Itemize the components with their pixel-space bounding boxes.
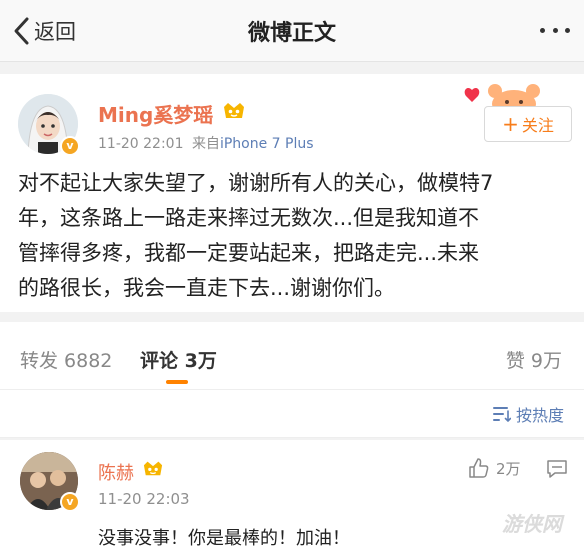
- commenter-name[interactable]: 陈赫: [98, 459, 134, 485]
- post-meta: 11-20 22:01 来自iPhone 7 Plus: [98, 133, 314, 153]
- comment-item: v 陈赫 11-20 22:03 2万 没事没事！你是最棒的！加油！: [0, 440, 584, 553]
- back-label: 返回: [34, 20, 76, 44]
- comment-text: 没事没事！你是最棒的！加油！: [98, 528, 350, 549]
- comment-sort-bar: 按热度: [0, 390, 584, 438]
- post-stats-bar: 转发 6882 评论 3万 赞 9万: [0, 322, 584, 390]
- post-text-line: 年，这条路上一路走来摔过无数次...但是我知道不: [18, 206, 480, 230]
- comment-like-button[interactable]: 2万: [468, 457, 521, 479]
- follow-label: 关注: [521, 116, 554, 135]
- weibo-post: v Ming奚梦瑶 11-20 22:01 来自iPhone 7 Plus + …: [0, 74, 584, 312]
- more-dots-icon[interactable]: [540, 22, 570, 38]
- post-time: 11-20 22:01: [98, 136, 184, 152]
- active-tab-indicator: [166, 380, 188, 384]
- back-button[interactable]: 返回: [12, 14, 76, 48]
- post-text-line: 的路很长，我会一直走下去...谢谢你们。: [18, 276, 396, 300]
- sort-label: 按热度: [515, 406, 564, 425]
- author-avatar[interactable]: v: [18, 94, 80, 156]
- verified-badge-icon: v: [60, 492, 80, 512]
- post-text-line: 对不起让大家失望了，谢谢所有人的关心，做模特7: [18, 171, 494, 195]
- top-navbar: 返回 微博正文: [0, 0, 584, 62]
- page-title: 微博正文: [247, 21, 336, 46]
- plus-icon: +: [502, 112, 519, 136]
- comment-time: 11-20 22:03: [98, 490, 190, 508]
- follow-button[interactable]: + 关注: [484, 106, 572, 142]
- post-source-prefix: 来自: [191, 136, 220, 152]
- reply-comment-icon[interactable]: [546, 459, 568, 479]
- verified-badge-icon: v: [60, 136, 80, 156]
- tab-comment[interactable]: 评论 3万: [140, 346, 217, 373]
- watermark: 游侠网: [502, 512, 562, 536]
- post-text-line: 管摔得多疼，我都一定要站起来，把路走完...未来: [18, 241, 480, 265]
- comment-like-count: 2万: [496, 459, 521, 478]
- sort-icon: [492, 407, 511, 422]
- tab-like[interactable]: 赞 9万: [506, 346, 562, 373]
- post-device: iPhone 7 Plus: [219, 136, 314, 152]
- vip-crown-icon: [143, 461, 163, 476]
- chevron-left-icon: [14, 17, 29, 45]
- author-name[interactable]: Ming奚梦瑶: [98, 99, 213, 128]
- post-body: 对不起让大家失望了，谢谢所有人的关心，做模特7 年，这条路上一路走来摔过无数次.…: [18, 166, 570, 306]
- vip-crown-icon: [224, 103, 244, 118]
- thumbs-up-icon: [469, 458, 489, 478]
- commenter-avatar[interactable]: v: [20, 452, 80, 512]
- sort-by-hot-button[interactable]: 按热度: [492, 402, 564, 426]
- tab-repost[interactable]: 转发 6882: [20, 346, 112, 373]
